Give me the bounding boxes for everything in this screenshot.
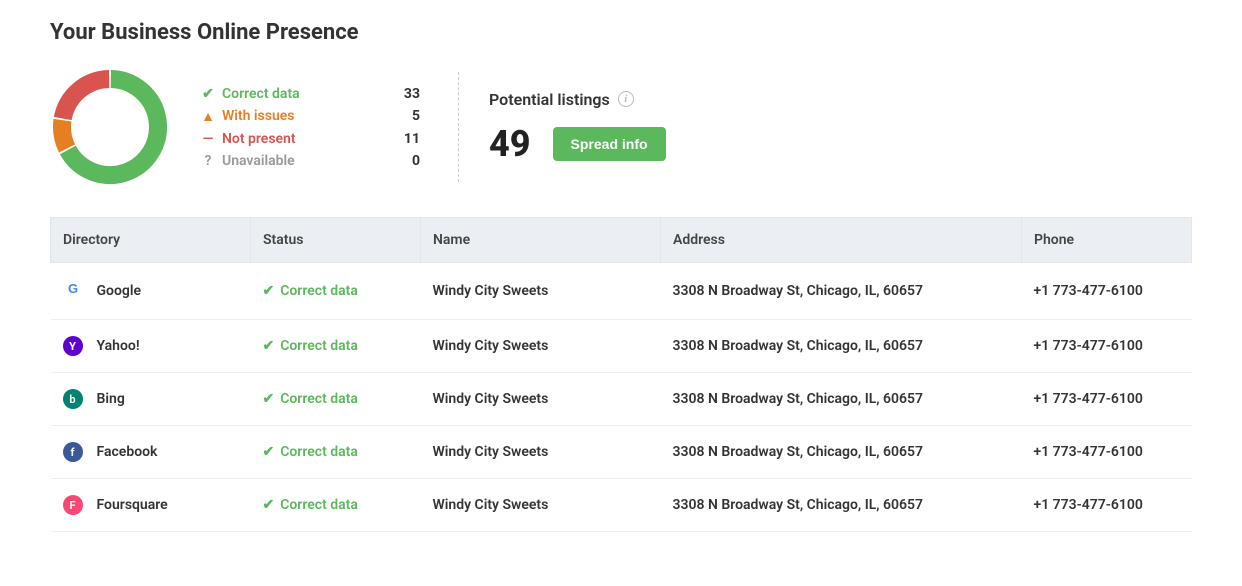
legend-label-issues: With issues [222, 108, 295, 124]
listings-table: Directory Status Name Address Phone G Go… [50, 217, 1192, 532]
info-icon[interactable]: i [618, 91, 634, 107]
warning-icon: ▲ [200, 108, 216, 125]
potential-listings-panel: Potential listings i 49 Spread info [489, 90, 666, 165]
business-phone: +1 773-477-6100 [1022, 373, 1192, 426]
check-icon: ✔ [263, 338, 275, 354]
presence-donut-chart [50, 67, 170, 187]
legend-label-unavail: Unavailable [222, 153, 295, 169]
business-name: Windy City Sweets [421, 479, 661, 532]
business-name: Windy City Sweets [421, 426, 661, 479]
status-text: Correct data [280, 444, 358, 460]
table-row[interactable]: F Foursquare ✔ Correct data Windy City S… [51, 479, 1192, 532]
business-name: Windy City Sweets [421, 373, 661, 426]
business-phone: +1 773-477-6100 [1022, 263, 1192, 320]
check-icon: ✔ [263, 283, 275, 299]
vertical-divider [458, 72, 459, 182]
legend-count-notpresent: 11 [390, 131, 420, 147]
business-address: 3308 N Broadway St, Chicago, IL, 60657 [661, 263, 1022, 320]
business-phone: +1 773-477-6100 [1022, 479, 1192, 532]
business-name: Windy City Sweets [421, 263, 661, 320]
legend-row-correct: ✔ Correct data 33 [200, 83, 420, 105]
foursquare-icon: F [63, 495, 83, 515]
check-icon: ✔ [263, 444, 275, 460]
legend-count-unavail: 0 [390, 153, 420, 169]
table-row[interactable]: b Bing ✔ Correct data Windy City Sweets … [51, 373, 1192, 426]
summary-panel: ✔ Correct data 33 ▲ With issues 5 — Not … [50, 67, 1192, 187]
th-name: Name [421, 218, 661, 263]
business-address: 3308 N Broadway St, Chicago, IL, 60657 [661, 373, 1022, 426]
legend-label-notpresent: Not present [222, 131, 296, 147]
legend-row-unavail: ? Unavailable 0 [200, 150, 420, 172]
check-icon: ✔ [200, 86, 216, 102]
potential-count: 49 [489, 123, 531, 165]
directory-name: Google [97, 283, 142, 299]
legend-count-correct: 33 [390, 86, 420, 102]
table-row[interactable]: G Google ✔ Correct data Windy City Sweet… [51, 263, 1192, 320]
business-address: 3308 N Broadway St, Chicago, IL, 60657 [661, 320, 1022, 373]
directory-name: Facebook [97, 444, 158, 460]
directory-name: Bing [97, 391, 125, 407]
business-address: 3308 N Broadway St, Chicago, IL, 60657 [661, 479, 1022, 532]
facebook-icon: f [63, 442, 83, 462]
directory-name: Foursquare [97, 497, 168, 513]
question-icon: ? [200, 153, 216, 169]
th-directory: Directory [51, 218, 251, 263]
table-row[interactable]: f Facebook ✔ Correct data Windy City Swe… [51, 426, 1192, 479]
status-text: Correct data [280, 283, 358, 299]
business-address: 3308 N Broadway St, Chicago, IL, 60657 [661, 426, 1022, 479]
status-text: Correct data [280, 497, 358, 513]
google-icon: G [63, 279, 83, 303]
status-text: Correct data [280, 391, 358, 407]
directory-name: Yahoo! [97, 338, 140, 354]
check-icon: ✔ [263, 391, 275, 407]
yahoo-icon: Y [63, 336, 83, 356]
business-phone: +1 773-477-6100 [1022, 426, 1192, 479]
bing-icon: b [63, 389, 83, 409]
th-phone: Phone [1022, 218, 1192, 263]
th-status: Status [251, 218, 421, 263]
legend-row-notpresent: — Not present 11 [200, 128, 420, 150]
table-row[interactable]: Y Yahoo! ✔ Correct data Windy City Sweet… [51, 320, 1192, 373]
page-title: Your Business Online Presence [50, 20, 1192, 45]
legend: ✔ Correct data 33 ▲ With issues 5 — Not … [200, 83, 420, 172]
potential-heading: Potential listings [489, 90, 610, 109]
svg-text:G: G [67, 281, 77, 296]
spread-info-button[interactable]: Spread info [553, 127, 666, 161]
legend-row-issues: ▲ With issues 5 [200, 105, 420, 128]
business-name: Windy City Sweets [421, 320, 661, 373]
business-phone: +1 773-477-6100 [1022, 320, 1192, 373]
minus-icon: — [200, 131, 216, 147]
legend-count-issues: 5 [390, 108, 420, 124]
legend-label-correct: Correct data [222, 86, 300, 102]
status-text: Correct data [280, 338, 358, 354]
th-address: Address [661, 218, 1022, 263]
check-icon: ✔ [263, 497, 275, 513]
